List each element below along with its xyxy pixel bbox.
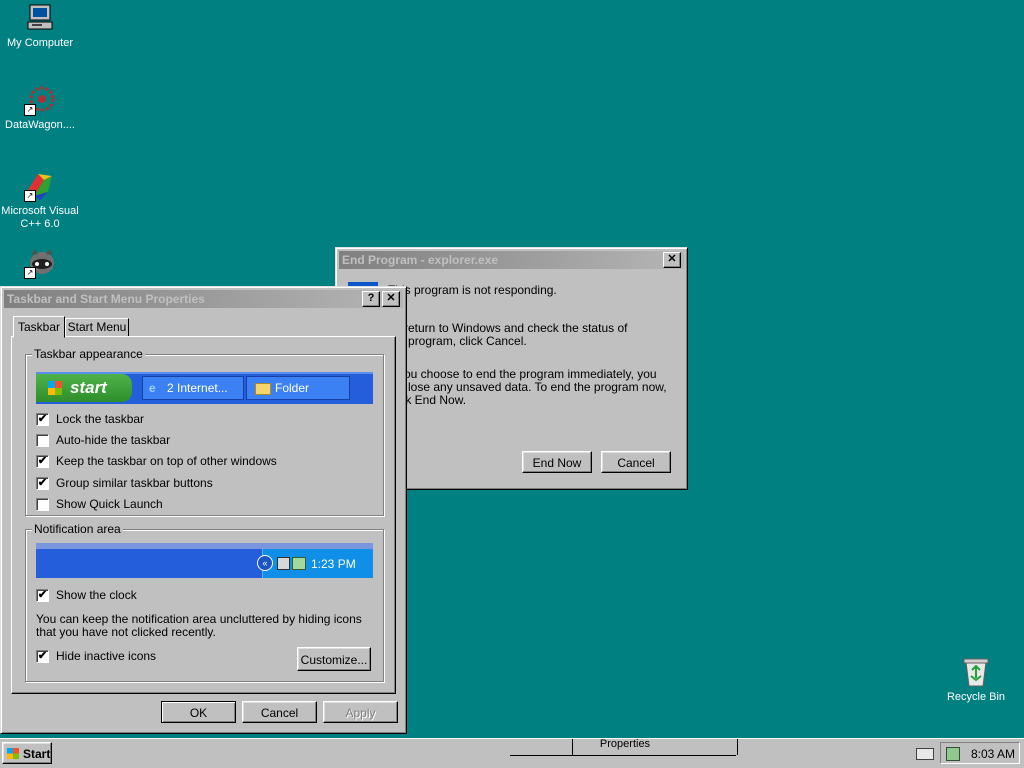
help-icon[interactable]: ? — [362, 291, 380, 307]
tab-label: Taskbar — [17, 320, 61, 334]
shortcut-arrow-icon: ↗ — [24, 190, 36, 202]
cancel-button[interactable]: Cancel — [601, 451, 671, 473]
taskbar-task-properties[interactable]: Properties — [572, 739, 738, 755]
taskbar-preview: start e 2 Internet... Folder — [36, 372, 373, 404]
cancel-button[interactable]: Cancel — [242, 701, 317, 723]
end-program-titlebar[interactable]: End Program - explorer.exe ✕ — [339, 251, 684, 269]
hide-inactive-checkbox[interactable]: ✔ Hide inactive icons — [36, 649, 156, 663]
close-icon[interactable]: ✕ — [382, 291, 400, 307]
desktop-icon-my-computer[interactable]: My Computer — [0, 2, 80, 50]
desktop-icon-label: Microsoft Visual C++ 6.0 — [1, 205, 79, 230]
system-tray: 8:03 AM — [940, 742, 1020, 764]
desktop-icon-raccoon[interactable]: ↗ — [0, 247, 80, 282]
notification-note: You can keep the notification area unclu… — [36, 612, 362, 639]
checkbox-box[interactable] — [36, 497, 49, 511]
printer-icon[interactable] — [946, 747, 960, 761]
properties-titlebar[interactable]: Taskbar and Start Menu Properties ? ✕ — [4, 290, 403, 308]
taskbar: Start Properties 8:03 AM — [0, 738, 1024, 768]
dialog-title: End Program - explorer.exe — [342, 253, 499, 267]
group-label: Taskbar appearance — [32, 347, 145, 361]
not-responding-text: This program is not responding. — [388, 283, 557, 297]
preview-task-internet: e 2 Internet... — [142, 376, 244, 400]
apply-button[interactable]: Apply — [323, 701, 398, 723]
checkbox-box[interactable]: ✔ — [36, 412, 49, 426]
desktop-icon-label: My Computer — [6, 37, 74, 49]
checkbox-box[interactable]: ✔ — [36, 649, 49, 663]
shortcut-arrow-icon: ↗ — [24, 104, 36, 116]
preview-task-folder: Folder — [246, 376, 350, 400]
shortcut-arrow-icon: ↗ — [24, 267, 36, 279]
taskbar-clock: 8:03 AM — [971, 747, 1016, 761]
desktop-icon-visual-cpp[interactable]: ↗ Microsoft Visual C++ 6.0 — [0, 170, 80, 231]
network-icon — [277, 557, 290, 570]
show-clock-checkbox[interactable]: ✔ Show the clock — [36, 588, 137, 602]
computer-icon — [24, 2, 56, 34]
checkbox-box[interactable] — [36, 433, 49, 447]
keyboard-icon[interactable] — [916, 748, 934, 760]
taskbar-properties-dialog: Taskbar and Start Menu Properties ? ✕ Ta… — [0, 286, 407, 734]
lock-taskbar-checkbox[interactable]: ✔ Lock the taskbar — [36, 412, 144, 426]
printer-icon — [292, 557, 306, 570]
quick-launch-checkbox[interactable]: Show Quick Launch — [36, 497, 163, 511]
checkbox-label: Show Quick Launch — [56, 497, 163, 511]
checkbox-label: Auto-hide the taskbar — [56, 433, 171, 447]
desktop-icon-recycle-bin[interactable]: Recycle Bin — [936, 656, 1016, 704]
tab-taskbar[interactable]: Taskbar — [13, 316, 65, 338]
tray-preview: « 1:23 PM — [257, 549, 373, 578]
visual-cpp-icon: ↗ — [24, 170, 56, 202]
auto-hide-checkbox[interactable]: Auto-hide the taskbar — [36, 433, 170, 447]
checkbox-label: Hide inactive icons — [56, 649, 157, 663]
checkbox-label: Keep the taskbar on top of other windows — [56, 454, 277, 468]
tray-clock-preview: 1:23 PM — [311, 557, 356, 571]
end-now-button[interactable]: End Now — [522, 451, 592, 473]
checkbox-label: Group similar taskbar buttons — [56, 476, 213, 490]
raccoon-icon: ↗ — [24, 247, 56, 279]
checkbox-label: Lock the taskbar — [56, 412, 145, 426]
checkbox-box[interactable]: ✔ — [36, 588, 49, 602]
cancel-info-text: To return to Windows and check the statu… — [388, 321, 628, 348]
desktop-icon-label: DataWagon.... — [5, 119, 75, 131]
close-icon[interactable]: ✕ — [663, 252, 681, 268]
datawagon-icon: ↗ — [24, 84, 56, 116]
desktop-icon-label: Recycle Bin — [946, 691, 1006, 703]
desktop-icon-datawagon[interactable]: ↗ DataWagon.... — [0, 84, 80, 132]
checkbox-box[interactable]: ✔ — [36, 476, 49, 490]
folder-icon — [255, 383, 271, 395]
notification-preview: « 1:23 PM — [36, 543, 373, 578]
checkbox-label: Show the clock — [56, 588, 137, 602]
start-button[interactable]: Start — [2, 742, 52, 764]
customize-button[interactable]: Customize... — [297, 647, 371, 671]
dialog-title: Taskbar and Start Menu Properties — [7, 292, 205, 306]
group-buttons-checkbox[interactable]: ✔ Group similar taskbar buttons — [36, 476, 213, 490]
chevron-left-icon: « — [257, 555, 273, 571]
keep-on-top-checkbox[interactable]: ✔ Keep the taskbar on top of other windo… — [36, 454, 277, 468]
ok-button[interactable]: OK — [161, 701, 236, 723]
group-label: Notification area — [32, 522, 123, 536]
windows-flag-icon — [48, 381, 62, 395]
tab-start-menu[interactable]: Start Menu — [65, 318, 129, 337]
tab-label: Start Menu — [67, 320, 127, 334]
end-now-info-text: If you choose to end the program immedia… — [388, 367, 667, 407]
windows-logo-icon — [7, 748, 19, 759]
checkbox-box[interactable]: ✔ — [36, 454, 49, 468]
preview-start-button: start — [36, 374, 132, 402]
recycle-bin-icon — [960, 656, 992, 688]
internet-explorer-icon: e — [149, 381, 156, 395]
